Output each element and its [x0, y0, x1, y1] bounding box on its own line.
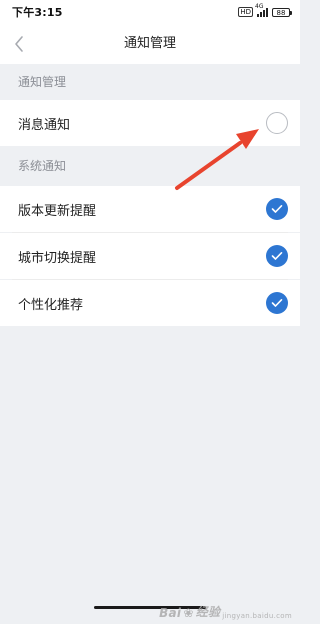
screen: 下午3:15 HD 4G 88 通知管理 通知管理 消息通知 系统通知 版本更新…: [0, 0, 300, 624]
signal-icon: 4G: [255, 3, 268, 17]
watermark-subtext: jingyan.baidu.com: [222, 612, 292, 620]
back-button[interactable]: [6, 29, 32, 59]
status-icons: HD 4G 88: [238, 3, 292, 17]
list-item-personalized-recommendation[interactable]: 个性化推荐: [0, 280, 300, 326]
chevron-left-icon: [15, 36, 23, 52]
list-item-version-update-reminder[interactable]: 版本更新提醒: [0, 186, 300, 232]
personalized-recommendation-checkbox[interactable]: [266, 292, 288, 314]
message-notification-checkbox[interactable]: [266, 112, 288, 134]
page-title: 通知管理: [123, 36, 176, 51]
hd-badge: HD: [238, 7, 253, 17]
list-item-label: 城市切换提醒: [18, 250, 97, 266]
section-header-notification-management: 通知管理: [0, 64, 300, 100]
section-header-system-notification: 系统通知: [0, 146, 300, 186]
watermark-text: Bai: [159, 606, 182, 620]
watermark-tail: 经验: [195, 605, 221, 619]
battery-icon: 88: [272, 7, 292, 17]
list-item-message-notification[interactable]: 消息通知: [0, 100, 300, 146]
list-item-label: 消息通知: [18, 117, 71, 133]
battery-level: 88: [276, 8, 286, 17]
nav-bar: 通知管理: [0, 24, 300, 64]
version-update-checkbox[interactable]: [266, 198, 288, 220]
list-item-city-switch-reminder[interactable]: 城市切换提醒: [0, 233, 300, 279]
network-type-label: 4G: [255, 3, 264, 10]
list-item-label: 个性化推荐: [18, 297, 84, 313]
checkmark-icon: [271, 204, 283, 213]
baidu-jingyan-watermark: Bai ❀ 经验 jingyan.baidu.com: [159, 603, 292, 620]
status-time: 下午3:15: [12, 6, 63, 19]
city-switch-checkbox[interactable]: [266, 245, 288, 267]
section-header-label: 系统通知: [18, 159, 67, 173]
checkmark-icon: [271, 298, 283, 307]
checkmark-icon: [271, 251, 283, 260]
section-header-label: 通知管理: [18, 75, 67, 89]
list-item-label: 版本更新提醒: [18, 203, 97, 219]
paw-icon: ❀: [183, 606, 194, 620]
status-bar: 下午3:15 HD 4G 88: [0, 0, 300, 24]
